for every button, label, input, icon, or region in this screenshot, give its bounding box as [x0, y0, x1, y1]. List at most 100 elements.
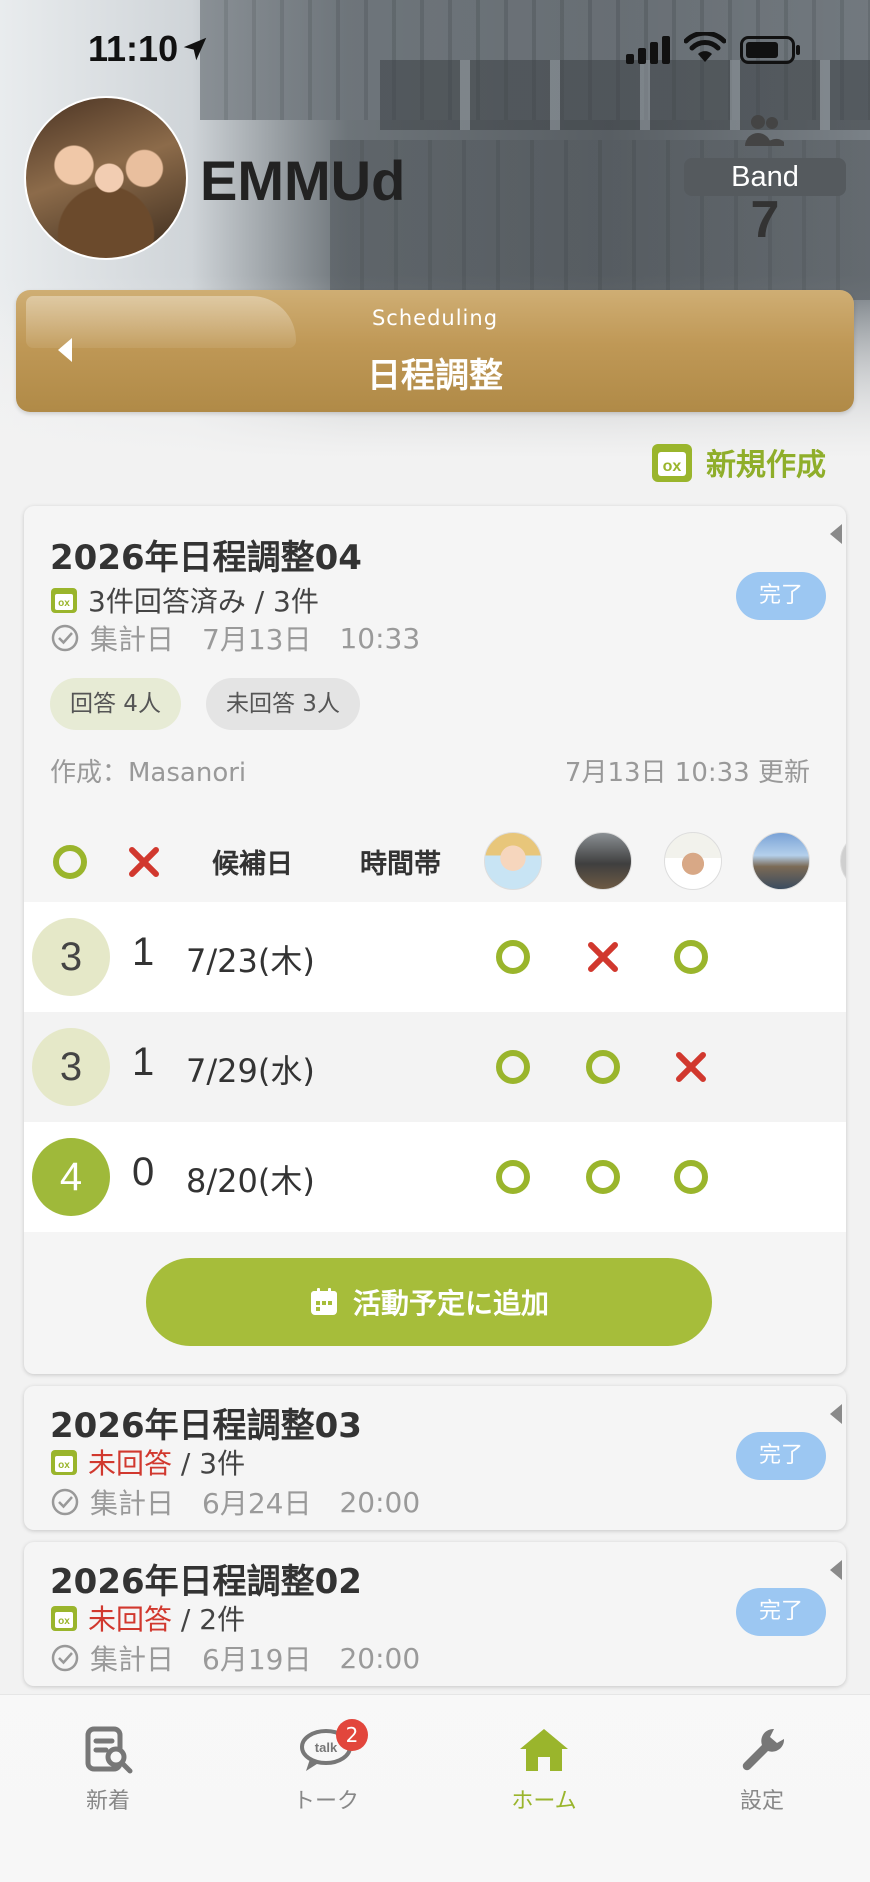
candidate-row[interactable]: 3 1 7/23(木)	[24, 902, 846, 1012]
page-title-bar: Scheduling 日程調整	[16, 290, 854, 412]
answered-pill[interactable]: 回答 4人	[50, 678, 181, 730]
ox-calendar-icon: ox	[652, 444, 692, 482]
unanswered-pill[interactable]: 未回答 3人	[206, 678, 360, 730]
tally-row: 集計日 6月19日 20:00	[50, 1638, 420, 1678]
tally-label: 集計日	[90, 623, 175, 656]
add-to-activity-button[interactable]: 活動予定に追加	[146, 1258, 712, 1346]
unread-badge: 2	[336, 1719, 368, 1751]
nav-label: 新着	[85, 1789, 130, 1814]
member-avatar[interactable]	[752, 832, 810, 890]
svg-text:ox: ox	[58, 1616, 70, 1627]
card-title: 2026年日程調整03	[50, 1406, 362, 1446]
home-icon	[520, 1729, 568, 1771]
yes-circle-icon	[496, 1160, 530, 1194]
response-status: 3件回答済み / 3件	[88, 585, 319, 618]
total-count: / 3件	[172, 1447, 246, 1480]
candidate-date: 8/20(木)	[186, 1162, 315, 1200]
member-count: 7	[750, 191, 780, 249]
tally-label: 集計日	[90, 1487, 175, 1520]
yes-circle-icon	[586, 1050, 620, 1084]
new-schedule-button[interactable]: ox 新規作成	[650, 438, 826, 486]
nav-label: トーク	[292, 1789, 359, 1814]
tally-label: 集計日	[90, 1643, 175, 1676]
time-slot-header: 時間帯	[360, 849, 441, 880]
check-circle-icon	[51, 1644, 79, 1672]
tally-date: 6月24日	[202, 1487, 312, 1520]
nav-news[interactable]: 新着	[38, 1725, 178, 1815]
yes-count: 3	[32, 1028, 110, 1106]
svg-text:talk: talk	[315, 1740, 338, 1755]
tally-row: 集計日 7月13日 10:33	[50, 618, 420, 658]
yes-count: 4	[32, 1138, 110, 1216]
candidate-row[interactable]: 3 1 7/29(水)	[24, 1012, 846, 1122]
total-count: / 2件	[172, 1603, 246, 1636]
battery-icon	[740, 36, 800, 64]
tally-date: 6月19日	[202, 1643, 312, 1676]
schedule-card-04[interactable]: 2026年日程調整04 ox 3件回答済み / 3件 集計日 7月13日 10:…	[24, 506, 846, 1374]
tally-time: 10:33	[339, 621, 421, 655]
schedule-card-03[interactable]: 2026年日程調整03 ox 未回答 / 3件 集計日 6月24日 20:00 …	[24, 1386, 846, 1530]
ox-calendar-icon: ox	[51, 588, 77, 613]
yes-circle-icon	[53, 845, 87, 879]
cellular-signal-icon	[626, 36, 670, 64]
band-name: EMMUd	[200, 149, 406, 212]
nav-home[interactable]: ホーム	[474, 1725, 614, 1815]
card-title: 2026年日程調整02	[50, 1562, 362, 1602]
calendar-icon	[310, 1288, 337, 1315]
bottom-navigation: 新着 talk 2 トーク ホーム 設定	[0, 1694, 870, 1882]
members-icon	[745, 115, 784, 146]
member-avatar[interactable]	[574, 832, 632, 890]
member-avatar[interactable]	[840, 832, 846, 890]
yes-circle-icon	[586, 1160, 620, 1194]
status-badge: 完了	[736, 1432, 826, 1480]
check-circle-icon	[51, 624, 79, 652]
status-time: 11:10	[88, 28, 179, 69]
wifi-icon	[684, 32, 726, 62]
svg-text:ox: ox	[58, 598, 70, 609]
nav-talk[interactable]: talk 2 トーク	[256, 1719, 396, 1815]
member-avatar[interactable]	[664, 832, 722, 890]
unanswered-label: 未回答	[88, 1603, 173, 1636]
yes-circle-icon	[674, 940, 708, 974]
no-count: 1	[132, 930, 155, 974]
nav-settings[interactable]: 設定	[692, 1725, 832, 1815]
tally-row: 集計日 6月24日 20:00	[50, 1482, 420, 1522]
wrench-icon	[742, 1728, 785, 1771]
candidate-date-header: 候補日	[212, 849, 293, 880]
unanswered-label: 未回答	[88, 1447, 173, 1480]
schedule-card-02[interactable]: 2026年日程調整02 ox 未回答 / 2件 集計日 6月19日 20:00 …	[24, 1542, 846, 1686]
candidate-date: 7/29(水)	[186, 1052, 315, 1090]
yes-circle-icon	[496, 1050, 530, 1084]
member-avatar[interactable]	[484, 832, 542, 890]
tally-date: 7月13日	[202, 623, 312, 656]
tally-time: 20:00	[339, 1641, 421, 1675]
yes-circle-icon	[674, 1160, 708, 1194]
add-to-activity-label: 活動予定に追加	[352, 1287, 549, 1320]
svg-text:ox: ox	[663, 458, 682, 475]
candidate-row[interactable]: 4 0 8/20(木)	[24, 1122, 846, 1232]
yes-circle-icon	[496, 940, 530, 974]
response-status-row: ox 未回答 / 3件	[50, 1442, 245, 1482]
author: 作成：Masanori	[50, 758, 247, 788]
status-badge: 完了	[736, 1588, 826, 1636]
location-arrow-icon	[183, 37, 207, 61]
band-avatar[interactable]	[24, 96, 188, 260]
updated-time: 7月13日 10:33 更新	[564, 758, 810, 788]
response-status-row: ox 3件回答済み / 3件	[50, 580, 319, 620]
ox-calendar-icon: ox	[51, 1606, 77, 1631]
page-title: 日程調整	[367, 356, 503, 396]
no-count: 1	[132, 1040, 155, 1084]
new-schedule-label: 新規作成	[706, 448, 826, 483]
news-search-icon	[85, 1726, 133, 1774]
card-title: 2026年日程調整04	[50, 538, 362, 578]
nav-label: 設定	[739, 1789, 784, 1814]
ox-calendar-icon: ox	[51, 1450, 77, 1475]
no-cross-icon	[129, 847, 159, 877]
status-bar: 11:10	[0, 28, 870, 78]
check-circle-icon	[51, 1488, 79, 1516]
svg-text:ox: ox	[58, 1460, 70, 1471]
no-cross-icon	[588, 942, 618, 972]
nav-label: ホーム	[511, 1789, 577, 1814]
response-status-row: ox 未回答 / 2件	[50, 1598, 245, 1638]
page-subtitle: Scheduling	[371, 306, 499, 330]
